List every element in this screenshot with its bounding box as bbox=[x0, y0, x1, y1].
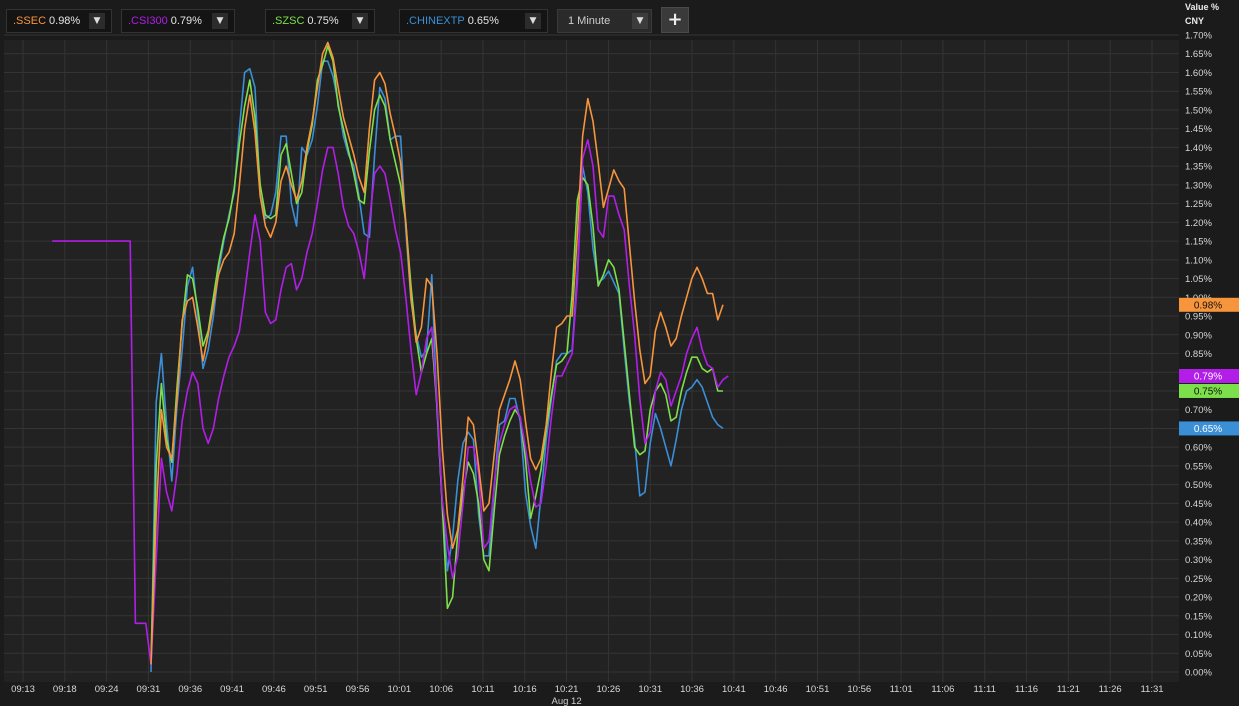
x-tick-label: 10:41 bbox=[722, 684, 746, 695]
last-value-text: 0.98% bbox=[1194, 300, 1222, 311]
x-tick-label: 11:26 bbox=[1099, 684, 1122, 695]
y-tick-label: 0.35% bbox=[1185, 536, 1212, 547]
last-value-text: 0.75% bbox=[1194, 387, 1222, 398]
y-tick-label: 1.20% bbox=[1185, 218, 1212, 229]
y-tick-label: 0.40% bbox=[1185, 518, 1212, 529]
x-tick-label: 10:26 bbox=[597, 684, 621, 695]
last-value-text: 0.65% bbox=[1194, 424, 1222, 435]
y-tick-label: 1.35% bbox=[1185, 162, 1212, 173]
x-tick-label: 11:11 bbox=[974, 684, 996, 695]
x-tick-label: 10:11 bbox=[471, 684, 494, 695]
last-value-text: 0.79% bbox=[1194, 372, 1222, 383]
y-tick-label: 0.90% bbox=[1185, 330, 1212, 341]
y-tick-label: 0.15% bbox=[1185, 611, 1212, 622]
x-tick-label: 09:41 bbox=[220, 684, 244, 695]
x-tick-label: 09:56 bbox=[346, 684, 370, 695]
x-tick-label: 10:46 bbox=[764, 684, 788, 695]
x-tick-label: 10:56 bbox=[847, 684, 871, 695]
y-tick-label: 1.15% bbox=[1185, 237, 1212, 248]
x-axis-date-label: Aug 12 bbox=[552, 696, 582, 706]
x-axis-ticks: 09:13 09:18 09:24 09:31 09:36 09:41 09:46 09:51… bbox=[11, 684, 1163, 695]
y-tick-label: 0.30% bbox=[1185, 555, 1212, 566]
y-tick-label: 1.45% bbox=[1185, 124, 1212, 135]
x-tick-label: 11:31 bbox=[1140, 684, 1163, 695]
last-value-label-csi300: 0.79% bbox=[1179, 368, 1239, 383]
x-tick-label: 11:06 bbox=[931, 684, 954, 695]
x-tick-label: 09:13 bbox=[11, 684, 35, 695]
x-tick-label: 09:51 bbox=[304, 684, 328, 695]
y-tick-label: 0.95% bbox=[1185, 312, 1212, 323]
y-tick-label: 1.10% bbox=[1185, 255, 1212, 266]
y-tick-label: 1.25% bbox=[1185, 199, 1212, 210]
x-tick-label: 09:31 bbox=[137, 684, 161, 695]
y-tick-label: 0.45% bbox=[1185, 499, 1212, 510]
y-tick-label: 0.60% bbox=[1185, 443, 1212, 454]
y-tick-label: 0.00% bbox=[1185, 668, 1212, 679]
y-tick-label: 1.30% bbox=[1185, 180, 1212, 191]
x-tick-label: 10:16 bbox=[513, 684, 537, 695]
y-tick-label: 0.25% bbox=[1185, 574, 1212, 585]
y-axis-ticks: 0.00% 0.05% 0.10% 0.15% 0.20% 0.25% 0.30% 0.35%… bbox=[1185, 31, 1212, 679]
last-value-label-chinextp: 0.65% bbox=[1179, 421, 1239, 436]
y-tick-label: 1.70% bbox=[1185, 31, 1212, 42]
y-tick-label: 0.85% bbox=[1185, 349, 1212, 360]
x-tick-label: 10:21 bbox=[555, 684, 579, 695]
x-tick-label: 10:31 bbox=[638, 684, 662, 695]
last-value-label-szsc: 0.75% bbox=[1179, 383, 1239, 398]
y-tick-label: 0.50% bbox=[1185, 480, 1212, 491]
line-chart[interactable]: 0.00% 0.05% 0.10% 0.15% 0.20% 0.25% 0.30% 0.35%… bbox=[0, 0, 1239, 706]
x-tick-label: 10:51 bbox=[806, 684, 830, 695]
y-tick-label: 1.65% bbox=[1185, 49, 1212, 60]
x-tick-label: 09:36 bbox=[178, 684, 202, 695]
x-tick-label: 11:21 bbox=[1057, 684, 1080, 695]
y-tick-label: 1.55% bbox=[1185, 87, 1212, 98]
y-tick-label: 0.10% bbox=[1185, 630, 1212, 641]
y-tick-label: 0.20% bbox=[1185, 593, 1212, 604]
y-tick-label: 0.55% bbox=[1185, 461, 1212, 472]
y-tick-label: 1.40% bbox=[1185, 143, 1212, 154]
x-tick-label: 10:06 bbox=[429, 684, 453, 695]
y-tick-label: 1.60% bbox=[1185, 68, 1212, 79]
x-tick-label: 09:18 bbox=[53, 684, 77, 695]
last-value-label-ssec: 0.98% bbox=[1179, 297, 1239, 312]
x-tick-label: 09:46 bbox=[262, 684, 286, 695]
x-tick-label: 11:01 bbox=[890, 684, 913, 695]
y-tick-label: 0.05% bbox=[1185, 649, 1212, 660]
x-tick-label: 11:16 bbox=[1015, 684, 1038, 695]
x-tick-label: 10:36 bbox=[680, 684, 704, 695]
y-tick-label: 1.50% bbox=[1185, 105, 1212, 116]
x-tick-label: 10:01 bbox=[387, 684, 411, 695]
y-tick-label: 1.05% bbox=[1185, 274, 1212, 285]
y-tick-label: 0.70% bbox=[1185, 405, 1212, 416]
x-tick-label: 09:24 bbox=[95, 684, 119, 695]
